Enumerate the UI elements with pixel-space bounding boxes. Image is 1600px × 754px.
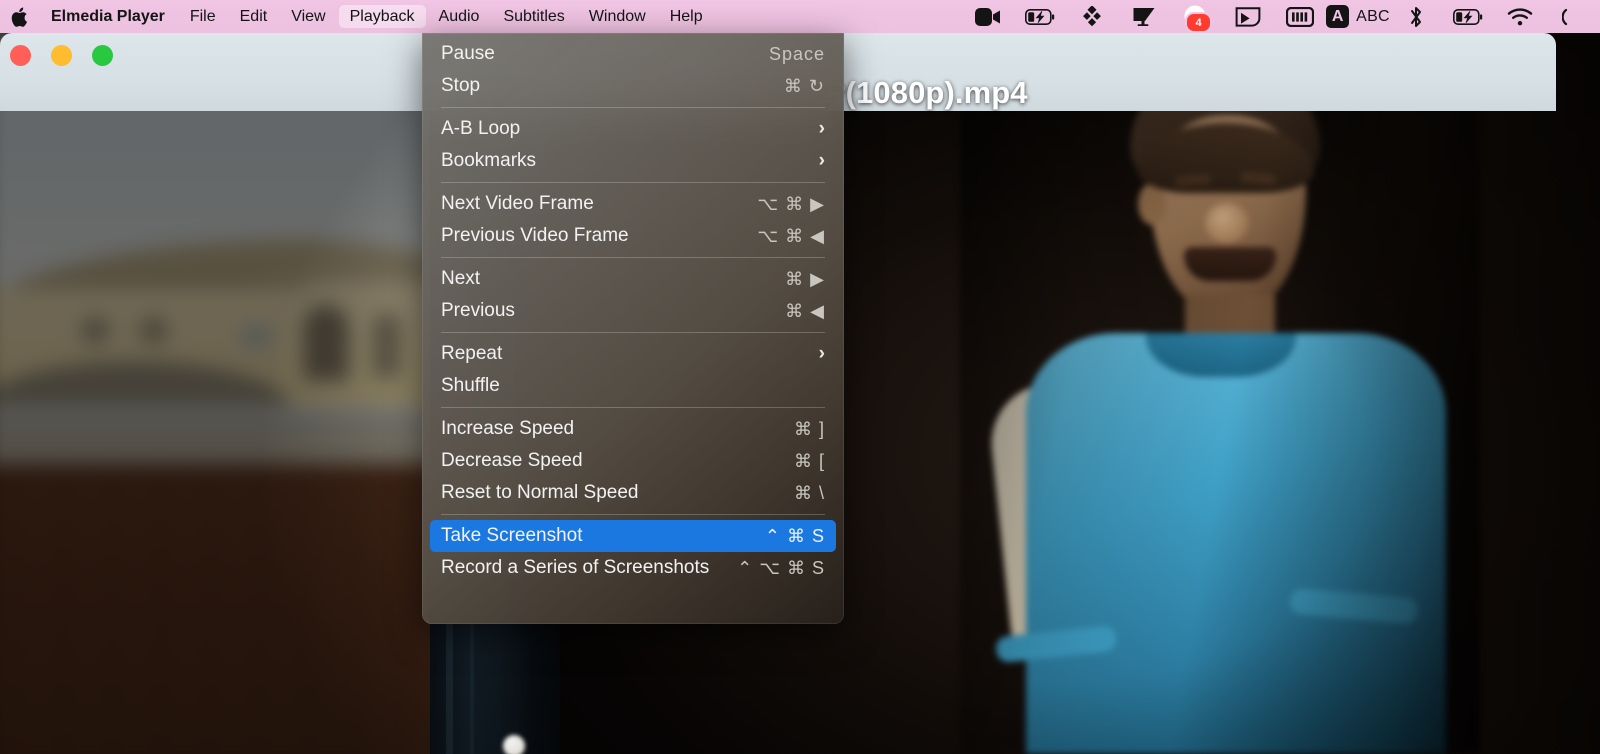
close-button[interactable] [10, 45, 31, 66]
menu-option-label: Take Screenshot [441, 525, 583, 546]
menu-option-ab-loop[interactable]: A-B Loop › [430, 113, 836, 145]
battery-status-bar-icon[interactable] [1274, 0, 1326, 33]
menu-option-label: Bookmarks [441, 150, 537, 171]
menu-option-label: Stop [441, 75, 481, 96]
apple-logo-icon[interactable] [0, 0, 38, 33]
menu-item-edit[interactable]: Edit [229, 5, 279, 28]
menu-item-file[interactable]: File [179, 5, 227, 28]
notification-count-badge: 4 [1185, 12, 1212, 33]
display-mirroring-icon[interactable] [1118, 0, 1170, 33]
control-center-icon[interactable] [1546, 0, 1598, 33]
menu-option-label: Decrease Speed [441, 450, 583, 471]
minimize-button[interactable] [51, 45, 72, 66]
menu-item-window[interactable]: Window [578, 5, 657, 28]
menu-option-bookmarks[interactable]: Bookmarks › [430, 145, 836, 177]
window-controls [10, 45, 113, 66]
menu-bar-status-icons: 4 A ABC [962, 0, 1600, 33]
input-source-icon[interactable]: A ABC [1326, 0, 1390, 33]
menu-separator [441, 332, 825, 333]
shortcuts-tag-icon[interactable] [1222, 0, 1274, 33]
menu-option-shortcut: ⌃ ⌘ S [764, 525, 825, 546]
menu-app-name[interactable]: Elmedia Player [39, 5, 177, 28]
chevron-right-icon: › [818, 150, 825, 171]
menu-option-previous[interactable]: Previous ⌘ ◀ [430, 295, 836, 327]
menu-option-shortcut: ⌘ ] [793, 418, 825, 439]
notification-badge-icon[interactable]: 4 [1170, 0, 1222, 33]
menu-option-shortcut: ⌘ ◀ [785, 300, 825, 321]
menu-option-label: Pause [441, 43, 495, 64]
menu-option-label: Increase Speed [441, 418, 575, 439]
menu-option-label: Previous [441, 300, 515, 321]
menu-option-label: Repeat [441, 343, 503, 364]
menu-item-subtitles[interactable]: Subtitles [492, 5, 575, 28]
battery-icon[interactable] [1442, 0, 1494, 33]
menu-option-stop[interactable]: Stop ⌘ ↻ [430, 70, 836, 102]
input-source-letter: A [1326, 5, 1350, 28]
menu-option-shuffle[interactable]: Shuffle [430, 370, 836, 402]
menu-item-audio[interactable]: Audio [428, 5, 491, 28]
menu-option-shortcut: ⌘ ▶ [785, 268, 825, 289]
menu-option-decrease-speed[interactable]: Decrease Speed ⌘ [ [430, 445, 836, 477]
menu-separator [441, 514, 825, 515]
menu-option-previous-video-frame[interactable]: Previous Video Frame ⌥ ⌘ ◀ [430, 220, 836, 252]
menu-option-label: Record a Series of Screenshots [441, 557, 710, 578]
menu-option-shortcut: Space [768, 43, 825, 64]
menu-separator [441, 107, 825, 108]
wifi-icon[interactable] [1494, 0, 1546, 33]
playback-dropdown-menu[interactable]: Pause Space Stop ⌘ ↻ A-B Loop › Bookmark… [422, 33, 844, 624]
menu-option-shortcut: ⌘ \ [793, 482, 825, 503]
menu-option-label: Next Video Frame [441, 193, 594, 214]
menu-option-label: Reset to Normal Speed [441, 482, 639, 503]
menu-option-shortcut: ⌘ [ [793, 450, 825, 471]
menu-option-shortcut: ⌥ ⌘ ▶ [757, 193, 825, 214]
menu-option-take-screenshot[interactable]: Take Screenshot ⌃ ⌘ S [430, 520, 836, 552]
menu-separator [441, 407, 825, 408]
menu-option-shortcut: ⌘ ↻ [783, 75, 825, 96]
menu-option-next[interactable]: Next ⌘ ▶ [430, 263, 836, 295]
facetime-camera-icon[interactable] [962, 0, 1014, 33]
menu-option-reset-to-normal-speed[interactable]: Reset to Normal Speed ⌘ \ [430, 477, 836, 509]
menu-separator [441, 257, 825, 258]
battery-charging-icon[interactable] [1014, 0, 1066, 33]
chevron-right-icon: › [818, 343, 825, 364]
menu-option-increase-speed[interactable]: Increase Speed ⌘ ] [430, 413, 836, 445]
zoom-button[interactable] [92, 45, 113, 66]
menu-option-label: A-B Loop [441, 118, 521, 139]
dropbox-icon[interactable] [1066, 0, 1118, 33]
menu-item-playback[interactable]: Playback [338, 5, 426, 28]
chevron-right-icon: › [818, 118, 825, 139]
menu-option-label: Previous Video Frame [441, 225, 629, 246]
bluetooth-icon[interactable] [1390, 0, 1442, 33]
menu-option-shortcut: ⌃ ⌥ ⌘ S [737, 557, 825, 578]
menu-option-pause[interactable]: Pause Space [430, 38, 836, 70]
input-source-label: ABC [1356, 7, 1390, 25]
menu-item-help[interactable]: Help [659, 5, 714, 28]
menu-option-label: Shuffle [441, 375, 500, 396]
menu-item-view[interactable]: View [280, 5, 336, 28]
menu-option-record-series-of-screenshots[interactable]: Record a Series of Screenshots ⌃ ⌥ ⌘ S [430, 552, 836, 584]
menu-option-shortcut: ⌥ ⌘ ◀ [757, 225, 825, 246]
screen: nd seek _ SETAPP(1080p).mp4 Elmedia Play… [0, 0, 1600, 754]
menu-option-next-video-frame[interactable]: Next Video Frame ⌥ ⌘ ▶ [430, 188, 836, 220]
menu-separator [441, 182, 825, 183]
menu-option-repeat[interactable]: Repeat › [430, 338, 836, 370]
menu-option-label: Next [441, 268, 481, 289]
macos-menu-bar: Elmedia Player File Edit View Playback A… [0, 0, 1600, 33]
